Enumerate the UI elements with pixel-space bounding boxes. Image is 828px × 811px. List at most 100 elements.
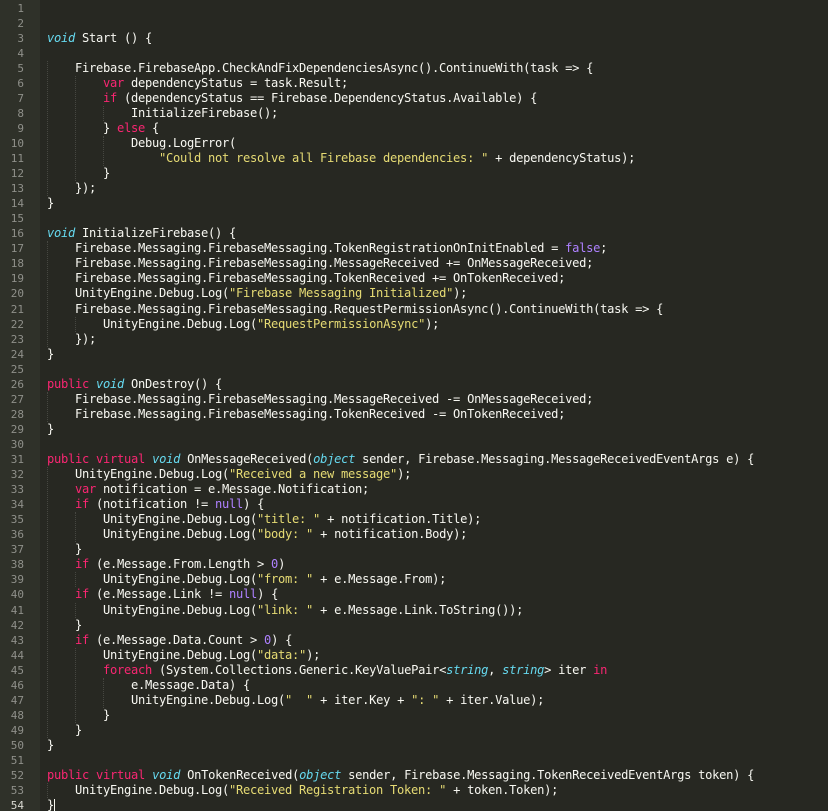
- code-line[interactable]: 44 UnityEngine.Debug.Log("data:");: [0, 648, 828, 663]
- code-token: "body: ": [257, 527, 314, 542]
- code-token: + dependencyStatus);: [488, 151, 636, 165]
- code-line[interactable]: 30: [0, 437, 828, 452]
- code-line[interactable]: 47 UnityEngine.Debug.Log(" " + iter.Key …: [0, 693, 828, 708]
- code-line[interactable]: 45 foreach (System.Collections.Generic.K…: [0, 663, 828, 678]
- code-line[interactable]: 41 UnityEngine.Debug.Log("link: " + e.Me…: [0, 603, 828, 618]
- line-number: 15: [10, 212, 24, 226]
- indent-guide: [102, 677, 104, 708]
- code-line[interactable]: 19 Firebase.Messaging.FirebaseMessaging.…: [0, 271, 828, 286]
- code-line[interactable]: 24}: [0, 347, 828, 362]
- code-line[interactable]: 31 public virtual void OnMessageReceived(…: [0, 452, 828, 467]
- code-line[interactable]: 53 UnityEngine.Debug.Log("Received Regis…: [0, 783, 828, 798]
- code-line[interactable]: 4: [0, 46, 828, 61]
- code-line[interactable]: 12 }: [0, 166, 828, 181]
- code-editor[interactable]: 1 2 3 void Start () {4 5 Firebase.FirebaseAp…: [0, 0, 828, 811]
- code-text: UnityEngine.Debug.Log("from: " + e.Messa…: [47, 572, 446, 587]
- code-token: sender, Firebase.Messaging.TokenReceived…: [341, 768, 755, 783]
- code-text: } else {: [47, 121, 159, 136]
- code-line[interactable]: 20 UnityEngine.Debug.Log("Firebase Messa…: [0, 286, 828, 301]
- code-line[interactable]: 5 Firebase.FirebaseApp.CheckAndFixDepend…: [0, 61, 828, 76]
- code-line[interactable]: 2: [0, 16, 828, 31]
- code-token: public: [47, 376, 90, 391]
- code-line[interactable]: 9 } else {: [0, 121, 828, 136]
- code-line[interactable]: 27 Firebase.Messaging.FirebaseMessaging.…: [0, 392, 828, 407]
- code-line[interactable]: 50}: [0, 738, 828, 753]
- code-line[interactable]: 52 public virtual void OnTokenReceived(ob…: [0, 768, 828, 783]
- code-line[interactable]: 25: [0, 362, 828, 377]
- code-token: "data:": [257, 647, 307, 662]
- code-line[interactable]: 17 Firebase.Messaging.FirebaseMessaging.…: [0, 241, 828, 256]
- code-line[interactable]: 46 e.Message.Data) {: [0, 678, 828, 693]
- line-number: 41: [10, 603, 24, 617]
- code-line[interactable]: 39 UnityEngine.Debug.Log("from: " + e.Me…: [0, 572, 828, 587]
- code-token: }: [47, 421, 55, 436]
- code-line[interactable]: 1: [0, 1, 828, 16]
- line-number: 43: [10, 633, 24, 647]
- code-line[interactable]: 38 if (e.Message.From.Length > 0): [0, 557, 828, 572]
- code-token: ): [278, 557, 286, 572]
- code-line[interactable]: 51: [0, 753, 828, 768]
- code-token: if: [47, 632, 90, 647]
- indent-guide: [74, 602, 76, 618]
- code-text: Firebase.Messaging.FirebaseMessaging.Tok…: [47, 241, 607, 256]
- code-line[interactable]: 6 var dependencyStatus = task.Result;: [0, 76, 828, 91]
- line-number: 21: [10, 302, 24, 316]
- code-line[interactable]: 29}: [0, 422, 828, 437]
- code-token: (System.Collections.Generic.KeyValuePair…: [152, 662, 447, 677]
- line-number: 40: [10, 588, 24, 602]
- code-token: if: [47, 497, 90, 512]
- code-line[interactable]: 34 if (notification != null) {: [0, 497, 828, 512]
- code-line[interactable]: 54}: [0, 798, 828, 811]
- code-line[interactable]: 48 }: [0, 708, 828, 723]
- code-token: }: [47, 346, 55, 361]
- code-line[interactable]: 13 });: [0, 181, 828, 196]
- code-text: }: [47, 798, 54, 811]
- code-line[interactable]: 14}: [0, 196, 828, 211]
- code-token: (notification !=: [89, 497, 216, 512]
- code-token: " ": [285, 692, 314, 707]
- code-line[interactable]: 18 Firebase.Messaging.FirebaseMessaging.…: [0, 256, 828, 271]
- code-text: UnityEngine.Debug.Log("title: " + notifi…: [47, 512, 481, 527]
- code-line[interactable]: 26 public void OnDestroy() {: [0, 377, 828, 392]
- code-line[interactable]: 7 if (dependencyStatus == Firebase.Depen…: [0, 91, 828, 106]
- code-text: if (e.Message.Data.Count > 0) {: [47, 633, 292, 648]
- code-line[interactable]: 8 InitializeFirebase();: [0, 106, 828, 121]
- code-line[interactable]: 37 }: [0, 542, 828, 557]
- code-line[interactable]: 42 }: [0, 618, 828, 633]
- code-line[interactable]: 36 UnityEngine.Debug.Log("body: " + noti…: [0, 527, 828, 542]
- code-line[interactable]: 3 void Start () {: [0, 31, 828, 46]
- line-number: 23: [10, 332, 24, 346]
- line-number: 1: [17, 1, 24, 15]
- line-number: 12: [10, 167, 24, 181]
- code-line[interactable]: 23 });: [0, 332, 828, 347]
- code-text: }: [47, 618, 82, 633]
- code-line[interactable]: 49 }: [0, 723, 828, 738]
- code-line[interactable]: 10 Debug.LogError(: [0, 136, 828, 151]
- code-text: UnityEngine.Debug.Log("Firebase Messagin…: [47, 286, 467, 301]
- line-number: 11: [10, 152, 24, 165]
- code-line[interactable]: 33 var notification = e.Message.Notifica…: [0, 482, 828, 497]
- code-token: UnityEngine.Debug.Log(: [47, 286, 230, 301]
- code-line[interactable]: 35 UnityEngine.Debug.Log("title: " + not…: [0, 512, 828, 527]
- code-token: virtual: [96, 768, 146, 783]
- code-token: "RequestPermissionAsync": [257, 316, 426, 331]
- code-line[interactable]: 43 if (e.Message.Data.Count > 0) {: [0, 633, 828, 648]
- code-line[interactable]: 22 UnityEngine.Debug.Log("RequestPermiss…: [0, 317, 828, 332]
- code-line[interactable]: 11 "Could not resolve all Firebase depen…: [0, 151, 828, 166]
- code-line[interactable]: 40 if (e.Message.Link != null) {: [0, 587, 828, 602]
- code-line[interactable]: 16 void InitializeFirebase() {: [0, 226, 828, 241]
- code-text: Firebase.Messaging.FirebaseMessaging.Tok…: [47, 271, 565, 286]
- code-line[interactable]: 21 Firebase.Messaging.FirebaseMessaging.…: [0, 302, 828, 317]
- code-token: virtual: [96, 452, 146, 466]
- code-text: }: [47, 196, 54, 211]
- code-line[interactable]: 15: [0, 211, 828, 226]
- code-line[interactable]: 32 UnityEngine.Debug.Log("Received a new…: [0, 467, 828, 482]
- code-text: void InitializeFirebase() {: [47, 226, 236, 241]
- code-text: InitializeFirebase();: [47, 106, 278, 121]
- code-token: ": ": [411, 692, 440, 707]
- line-number: 37: [10, 543, 24, 557]
- code-token: + token.Token);: [446, 783, 559, 798]
- code-line[interactable]: 28 Firebase.Messaging.FirebaseMessaging.…: [0, 407, 828, 422]
- line-number: 6: [17, 76, 24, 90]
- code-text: Firebase.Messaging.FirebaseMessaging.Mes…: [47, 392, 593, 407]
